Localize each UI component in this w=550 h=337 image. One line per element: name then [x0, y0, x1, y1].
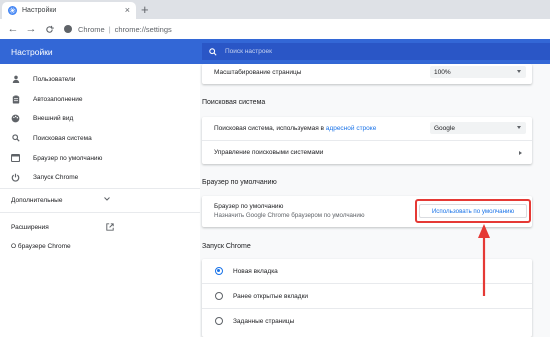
radio-specific-pages[interactable]: [215, 317, 223, 325]
sidebar-item-label: Поисковая система: [33, 134, 92, 142]
make-default-button[interactable]: Использовать по умолчанию: [419, 204, 527, 218]
default-browser-subtitle: Назначить Google Chrome браузером по умо…: [214, 212, 365, 219]
search-icon: [11, 134, 20, 143]
search-engine-row: Поисковая система, используемая в адресн…: [202, 117, 532, 140]
default-browser-title: Браузер по умолчанию: [214, 203, 284, 210]
radio-new-tab[interactable]: [215, 267, 223, 275]
startup-card: Новая вкладка Ранее открытые вкладки Зад…: [202, 259, 532, 337]
external-link-icon: [106, 223, 114, 231]
address-origin: Chrome: [78, 24, 105, 34]
sidebar-about-label: О браузере Chrome: [11, 242, 71, 250]
radio-label: Ранее открытые вкладки: [233, 292, 309, 300]
address-separator: |: [108, 24, 111, 34]
sidebar-item-about[interactable]: О браузере Chrome: [0, 238, 200, 254]
page-title: Настройки: [11, 46, 53, 57]
search-engine-value: Google: [434, 124, 455, 132]
forward-button[interactable]: →: [24, 22, 38, 36]
browser-icon: [11, 154, 20, 163]
chevron-down-icon: [517, 70, 521, 73]
zoom-value: 100%: [434, 68, 451, 76]
address-path: chrome://settings: [114, 24, 172, 34]
gear-icon: [8, 6, 17, 15]
person-icon: [11, 75, 20, 84]
default-browser-section-title: Браузер по умолчанию: [202, 179, 277, 186]
sidebar-extensions-label: Расширения: [11, 223, 49, 231]
sidebar-item-search-engine[interactable]: Поисковая система: [0, 130, 200, 146]
zoom-label: Масштабирование страницы: [214, 69, 302, 76]
search-engine-label: Поисковая система, используемая в адресн…: [214, 125, 376, 132]
sidebar-item-label: Браузер по умолчанию: [33, 154, 103, 162]
startup-option[interactable]: Заданные страницы: [202, 309, 532, 333]
sidebar-divider: [0, 212, 200, 213]
chevron-right-icon: [519, 150, 522, 155]
startup-section-title: Запуск Chrome: [202, 243, 251, 250]
sidebar-item-advanced[interactable]: Дополнительные: [0, 192, 200, 208]
toolbar: ← → Chrome | chrome://settings: [0, 19, 550, 39]
radio-label: Новая вкладка: [233, 267, 278, 275]
sidebar-item-users[interactable]: Пользователи: [0, 71, 200, 87]
startup-option[interactable]: Новая вкладка: [202, 259, 532, 283]
palette-icon: [11, 114, 20, 123]
default-browser-card: Браузер по умолчанию Назначить Google Ch…: [202, 196, 532, 227]
power-icon: [11, 173, 20, 182]
settings-header: Настройки Поиск настроек: [0, 39, 550, 64]
search-placeholder: Поиск настроек: [225, 48, 272, 55]
chevron-down-icon: [517, 126, 521, 129]
sidebar-item-label: Пользователи: [33, 75, 76, 83]
sidebar-item-autofill[interactable]: Автозаполнение: [0, 91, 200, 107]
search-input[interactable]: Поиск настроек: [202, 43, 550, 60]
manage-search-engines-row[interactable]: Управление поисковыми системами: [202, 141, 532, 164]
sidebar-item-extensions[interactable]: Расширения: [0, 219, 200, 235]
reload-button[interactable]: [42, 22, 56, 36]
search-engine-label-prefix: Поисковая система, используемая в: [214, 125, 326, 132]
zoom-row: Масштабирование страницы 100%: [202, 64, 532, 81]
sidebar-item-default-browser[interactable]: Браузер по умолчанию: [0, 150, 200, 166]
search-section-title: Поисковая система: [202, 99, 266, 106]
manage-search-engines-label: Управление поисковыми системами: [214, 149, 324, 156]
settings-main: Масштабирование страницы 100% Поисковая …: [200, 64, 550, 337]
zoom-select[interactable]: 100%: [430, 66, 526, 78]
sidebar-item-label: Запуск Chrome: [33, 173, 79, 181]
search-engine-card: Поисковая система, используемая в адресн…: [202, 117, 532, 164]
radio-label: Заданные страницы: [233, 317, 295, 325]
startup-option[interactable]: Ранее открытые вкладки: [202, 284, 532, 308]
sidebar-item-label: Автозаполнение: [33, 95, 83, 103]
highlight-box: Использовать по умолчанию: [415, 199, 531, 223]
address-bar[interactable]: Chrome | chrome://settings: [64, 22, 172, 36]
reload-icon: [45, 25, 54, 33]
tab-strip: Настройки × +: [0, 0, 550, 19]
chevron-down-icon: [104, 197, 110, 203]
clipboard-icon: [11, 95, 20, 104]
search-engine-select[interactable]: Google: [430, 122, 526, 134]
address-bar-link[interactable]: адресной строке: [326, 125, 377, 132]
back-button[interactable]: ←: [6, 22, 20, 36]
new-tab-button[interactable]: +: [141, 3, 149, 16]
sidebar-item-label: Внешний вид: [33, 114, 74, 122]
sidebar-divider: [0, 188, 200, 189]
sidebar-item-appearance[interactable]: Внешний вид: [0, 110, 200, 126]
search-icon: [209, 47, 217, 56]
site-info-icon[interactable]: [64, 25, 72, 33]
close-icon[interactable]: ×: [125, 6, 130, 15]
radio-continue[interactable]: [215, 292, 223, 300]
tab-settings[interactable]: Настройки ×: [2, 2, 136, 19]
sidebar: Пользователи Автозаполнение Внешний вид …: [0, 64, 200, 337]
sidebar-advanced-label: Дополнительные: [11, 196, 63, 204]
appearance-card: Масштабирование страницы 100%: [202, 64, 532, 84]
tab-title: Настройки: [22, 7, 57, 14]
sidebar-item-startup[interactable]: Запуск Chrome: [0, 169, 200, 185]
